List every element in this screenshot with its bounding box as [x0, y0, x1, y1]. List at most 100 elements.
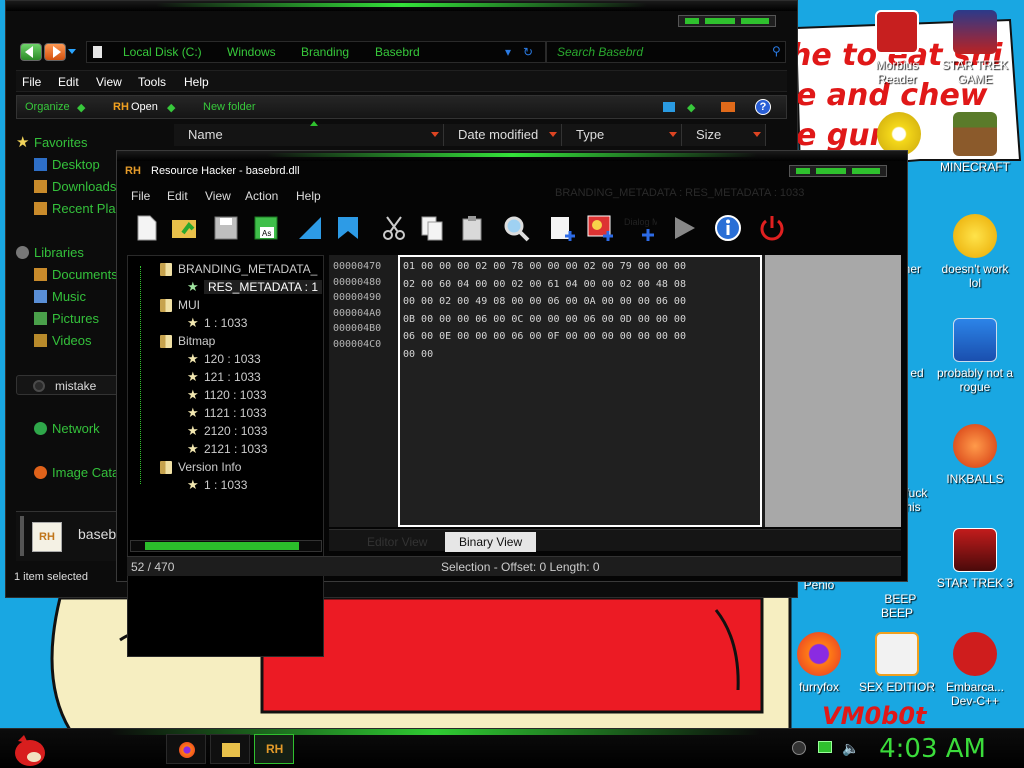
tree-folder-version-info[interactable]: Version Info — [160, 460, 241, 474]
resource-hacker-window[interactable]: RH Resource Hacker - basebrd.dll BRANDIN… — [116, 150, 908, 657]
hex-data-area[interactable]: 01 00 00 00 02 00 78 00 00 00 02 00 79 0… — [398, 255, 762, 527]
open-dropdown-icon[interactable]: ◆ — [167, 101, 175, 114]
organize-dropdown-icon[interactable]: ◆ — [77, 101, 85, 114]
tab-binary-view[interactable]: Binary View — [445, 532, 537, 552]
nav-downloads[interactable]: Downloads — [34, 179, 116, 194]
add-image-icon[interactable] — [585, 213, 615, 243]
nav-libraries[interactable]: Libraries — [16, 245, 84, 260]
forward-button[interactable] — [44, 43, 66, 61]
view-options-icon[interactable] — [663, 102, 675, 112]
preview-pane-icon[interactable] — [721, 102, 735, 112]
exit-icon[interactable] — [757, 213, 787, 243]
about-icon[interactable] — [713, 213, 743, 243]
column-date-modified[interactable]: Date modified — [444, 124, 562, 146]
nav-mistake[interactable]: mistake — [16, 375, 126, 395]
open-button[interactable]: Open — [131, 101, 158, 113]
nav-favorites[interactable]: ★ Favorites — [16, 134, 87, 151]
search-icon[interactable]: ⚲ — [772, 44, 781, 58]
desktop-icon-firefox[interactable]: furryfox — [780, 632, 858, 694]
save-icon[interactable] — [211, 213, 241, 243]
add-resource-icon[interactable] — [547, 213, 577, 243]
tree-leaf-version-1[interactable]: ★ 1 : 1033 — [187, 477, 247, 492]
bookmark-icon[interactable] — [333, 213, 363, 243]
volume-icon[interactable]: 🔈 — [842, 740, 859, 757]
compile-icon[interactable] — [295, 213, 325, 243]
tree-horizontal-scrollbar[interactable] — [130, 540, 322, 552]
breadcrumb-local-disk[interactable]: Local Disk (C:) — [123, 45, 202, 59]
breadcrumb[interactable]: Local Disk (C:) Windows Branding Basebrd… — [86, 41, 546, 63]
rh-window-controls[interactable] — [789, 165, 887, 177]
view-dropdown-icon[interactable]: ◆ — [687, 101, 695, 114]
tab-editor-view[interactable]: Editor View — [353, 532, 441, 552]
menu-file[interactable]: File — [22, 75, 41, 89]
scrollbar-thumb[interactable] — [145, 542, 299, 550]
rh-menu-edit[interactable]: Edit — [167, 189, 188, 203]
search-input[interactable]: Search Basebrd — [546, 41, 786, 63]
explorer-title-bar[interactable] — [6, 1, 797, 11]
tree-leaf-bitmap-2120[interactable]: ★ 2120 : 1033 — [187, 423, 267, 438]
desktop-icon-rogue[interactable]: probably not a rogue — [936, 318, 1014, 394]
taskbar-resource-hacker[interactable]: RH — [254, 734, 294, 764]
nav-documents[interactable]: Documents — [34, 267, 118, 282]
new-folder-button[interactable]: New folder — [203, 101, 256, 113]
nav-music[interactable]: Music — [34, 289, 86, 304]
new-file-icon[interactable] — [131, 213, 161, 243]
column-name[interactable]: Name — [174, 124, 444, 146]
nav-network[interactable]: Network — [34, 421, 100, 436]
hex-editor[interactable]: 00000470 00000480 00000490 000004A0 000004B… — [329, 255, 901, 527]
system-clock[interactable]: 4:03 AM — [879, 734, 986, 764]
desktop-icon-star-trek-game[interactable]: STAR TREK GAME — [936, 10, 1014, 86]
copy-icon[interactable] — [417, 213, 447, 243]
breadcrumb-windows[interactable]: Windows — [227, 45, 276, 59]
tree-leaf-bitmap-1120[interactable]: ★ 1120 : 1033 — [187, 387, 267, 402]
find-icon[interactable] — [501, 213, 531, 243]
desktop-icon-minecraft[interactable]: MINECRAFT — [936, 112, 1014, 174]
history-dropdown-icon[interactable] — [68, 49, 76, 54]
menu-tools[interactable]: Tools — [138, 75, 166, 89]
paste-icon[interactable] — [457, 213, 487, 243]
rh-menu-file[interactable]: File — [131, 189, 150, 203]
desktop-icon-inkballs[interactable]: INKBALLS — [936, 424, 1014, 486]
rh-menu-view[interactable]: View — [205, 189, 231, 203]
show-hidden-icons-icon[interactable] — [792, 741, 806, 755]
tree-folder-mui[interactable]: MUI — [160, 298, 200, 312]
start-button[interactable] — [8, 731, 48, 767]
desktop-icon-star-trek-3[interactable]: STAR TREK 3 — [936, 528, 1014, 590]
column-type[interactable]: Type — [562, 124, 682, 146]
network-status-icon[interactable] — [818, 741, 832, 753]
taskbar-explorer[interactable] — [210, 734, 250, 764]
rh-menu-help[interactable]: Help — [296, 189, 321, 203]
taskbar-firefox[interactable] — [166, 734, 206, 764]
column-size[interactable]: Size — [682, 124, 766, 146]
menu-help[interactable]: Help — [184, 75, 209, 89]
desktop-icon-pdf-reader[interactable]: Morbius Reader — [858, 10, 936, 86]
help-icon[interactable]: ? — [755, 99, 771, 115]
tree-leaf-mui-1[interactable]: ★ 1 : 1033 — [187, 315, 247, 330]
cut-icon[interactable] — [379, 213, 409, 243]
refresh-icon[interactable]: ↻ — [523, 45, 533, 59]
breadcrumb-branding[interactable]: Branding — [301, 45, 349, 59]
back-button[interactable] — [20, 43, 42, 61]
organize-button[interactable]: Organize — [25, 101, 70, 113]
run-icon[interactable] — [669, 213, 699, 243]
save-as-icon[interactable]: As — [251, 213, 281, 243]
tree-folder-branding-metadata[interactable]: BRANDING_METADATA_ — [160, 262, 317, 276]
breadcrumb-dropdown-icon[interactable]: ▾ — [505, 45, 511, 59]
desktop-icon-yahoo[interactable]: doesn't work lol — [936, 214, 1014, 290]
breadcrumb-basebrd[interactable]: Basebrd — [375, 45, 420, 59]
tree-folder-bitmap[interactable]: Bitmap — [160, 334, 215, 348]
desktop-icon-hex-editor[interactable]: SEX EDITIOR — [858, 632, 936, 694]
tree-leaf-res-metadata[interactable]: ★ RES_METADATA : 1 — [187, 279, 323, 294]
explorer-window-controls[interactable] — [678, 15, 776, 27]
nav-videos[interactable]: Videos — [34, 333, 92, 348]
tree-leaf-bitmap-1121[interactable]: ★ 1121 : 1033 — [187, 405, 267, 420]
nav-desktop[interactable]: Desktop — [34, 157, 100, 172]
open-file-icon[interactable] — [169, 213, 199, 243]
rh-menu-action[interactable]: Action — [245, 189, 278, 203]
tree-leaf-bitmap-121[interactable]: ★ 121 : 1033 — [187, 369, 261, 384]
desktop-icon-dev-cpp[interactable]: Embarca... Dev-C++ — [936, 632, 1014, 708]
menu-view[interactable]: View — [96, 75, 122, 89]
dialog-merger-icon[interactable]: Dialog Merger — [623, 213, 681, 243]
ascii-pane[interactable] — [765, 255, 901, 527]
desktop-icon-partial-beep[interactable]: BEEP BEEP — [858, 578, 936, 620]
